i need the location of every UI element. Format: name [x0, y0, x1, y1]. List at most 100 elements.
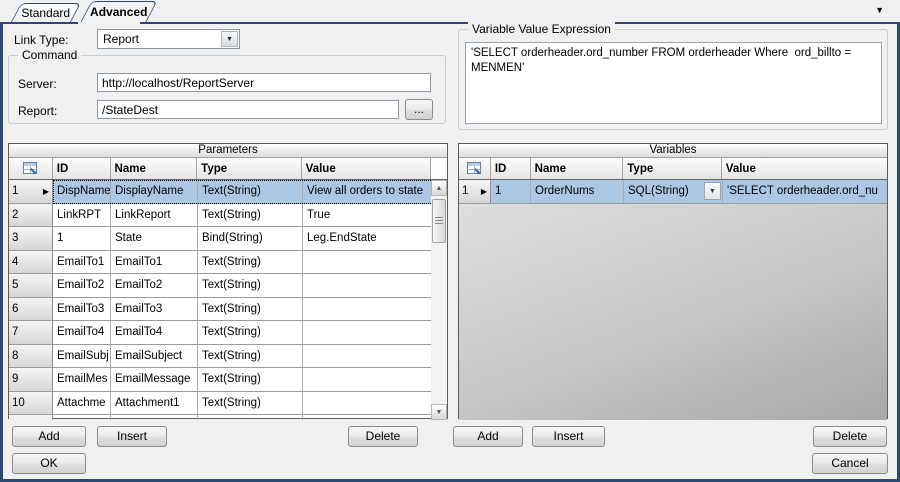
parameters-add-button[interactable]: Add: [12, 426, 86, 447]
row-header[interactable]: 1▶: [9, 180, 53, 204]
param-cell-id[interactable]: DispName: [53, 180, 111, 204]
chevron-down-icon[interactable]: ▼: [221, 31, 238, 47]
param-cell-id[interactable]: EmailTo4: [53, 321, 111, 345]
browse-button[interactable]: ...: [405, 99, 433, 120]
var-col-header-name[interactable]: Name: [531, 158, 624, 179]
param-cell-id[interactable]: LinkRPT: [53, 204, 111, 228]
param-row[interactable]: 7 EmailTo4 EmailTo4 Text(String): [9, 321, 433, 345]
row-header[interactable]: 4: [9, 251, 53, 275]
param-cell-type[interactable]: Text(String): [198, 392, 303, 416]
var-cell-type[interactable]: SQL(String) ▼: [624, 180, 723, 204]
param-row[interactable]: 5 EmailTo2 EmailTo2 Text(String): [9, 274, 433, 298]
param-cell-name[interactable]: EmailMessage: [111, 368, 198, 392]
var-col-header-type[interactable]: Type: [623, 158, 722, 179]
param-cell-id[interactable]: EmailMes: [53, 368, 111, 392]
param-cell-id[interactable]: Attachme: [53, 415, 111, 420]
param-cell-id[interactable]: EmailTo3: [53, 298, 111, 322]
param-row[interactable]: 3 1 State Bind(String) Leg.EndState: [9, 227, 433, 251]
param-cell-value[interactable]: Leg.EndState: [303, 227, 433, 251]
param-cell-name[interactable]: Attachment1: [111, 392, 198, 416]
param-cell-value[interactable]: [303, 298, 433, 322]
param-cell-id[interactable]: EmailTo2: [53, 274, 111, 298]
var-cell-name[interactable]: OrderNums: [531, 180, 624, 204]
param-cell-name[interactable]: LinkReport: [111, 204, 198, 228]
param-cell-value[interactable]: [303, 251, 433, 275]
param-row[interactable]: 10 Attachme Attachment1 Text(String): [9, 392, 433, 416]
param-cell-name[interactable]: EmailTo1: [111, 251, 198, 275]
row-header[interactable]: 9: [9, 368, 53, 392]
cancel-button[interactable]: Cancel: [812, 453, 888, 474]
param-row[interactable]: 1▶ DispName DisplayName Text(String) Vie…: [9, 180, 433, 204]
select-all-cell[interactable]: [459, 158, 491, 179]
param-cell-type[interactable]: Text(String): [198, 415, 303, 420]
var-cell-id[interactable]: 1: [491, 180, 531, 204]
param-col-header-type[interactable]: Type: [197, 158, 302, 179]
param-cell-type[interactable]: Text(String): [198, 368, 303, 392]
param-cell-name[interactable]: EmailTo3: [111, 298, 198, 322]
variables-add-button[interactable]: Add: [453, 426, 523, 447]
row-header[interactable]: 6: [9, 298, 53, 322]
param-cell-type[interactable]: Text(String): [198, 251, 303, 275]
param-cell-value[interactable]: [303, 415, 433, 420]
server-input[interactable]: [97, 73, 431, 92]
row-header[interactable]: 3: [9, 227, 53, 251]
param-row[interactable]: 2 LinkRPT LinkReport Text(String) True: [9, 204, 433, 228]
param-row[interactable]: 4 EmailTo1 EmailTo1 Text(String): [9, 251, 433, 275]
param-row[interactable]: 6 EmailTo3 EmailTo3 Text(String): [9, 298, 433, 322]
parameters-delete-button[interactable]: Delete: [348, 426, 418, 447]
row-header[interactable]: 7: [9, 321, 53, 345]
row-header[interactable]: 2: [9, 204, 53, 228]
param-cell-name[interactable]: DisplayName: [111, 180, 198, 204]
select-all-cell[interactable]: [9, 158, 53, 179]
param-cell-name[interactable]: Attachment2: [111, 415, 198, 420]
param-col-header-id[interactable]: ID: [53, 158, 111, 179]
param-cell-type[interactable]: Text(String): [198, 204, 303, 228]
var-cell-value[interactable]: 'SELECT orderheader.ord_nu: [723, 180, 887, 204]
var-row[interactable]: 1▶ 1 OrderNums SQL(String) ▼ 'SELECT ord…: [459, 180, 887, 204]
param-cell-type[interactable]: Text(String): [198, 345, 303, 369]
link-type-combobox[interactable]: Report ▼: [97, 29, 240, 49]
param-cell-value[interactable]: [303, 392, 433, 416]
row-header[interactable]: 8: [9, 345, 53, 369]
param-col-header-value[interactable]: Value: [302, 158, 431, 179]
param-cell-value[interactable]: True: [303, 204, 433, 228]
param-cell-id[interactable]: EmailSubj: [53, 345, 111, 369]
param-cell-value[interactable]: [303, 274, 433, 298]
param-cell-value[interactable]: [303, 345, 433, 369]
param-cell-value[interactable]: [303, 321, 433, 345]
param-cell-type[interactable]: Text(String): [198, 274, 303, 298]
parameters-vertical-scrollbar[interactable]: ▲ ▼: [431, 180, 447, 420]
scroll-down-icon[interactable]: ▼: [431, 404, 447, 420]
scroll-up-icon[interactable]: ▲: [431, 180, 447, 196]
param-cell-type[interactable]: Bind(String): [198, 227, 303, 251]
param-cell-name[interactable]: State: [111, 227, 198, 251]
param-cell-type[interactable]: Text(String): [198, 180, 303, 204]
param-cell-name[interactable]: EmailSubject: [111, 345, 198, 369]
param-row[interactable]: 8 EmailSubj EmailSubject Text(String): [9, 345, 433, 369]
type-dropdown-icon[interactable]: ▼: [704, 182, 721, 200]
tab-advanced[interactable]: Advanced: [80, 1, 157, 22]
param-col-header-name[interactable]: Name: [111, 158, 198, 179]
ok-button[interactable]: OK: [12, 453, 86, 474]
param-cell-name[interactable]: EmailTo2: [111, 274, 198, 298]
parameters-insert-button[interactable]: Insert: [97, 426, 167, 447]
param-cell-value[interactable]: [303, 368, 433, 392]
param-cell-type[interactable]: Text(String): [198, 298, 303, 322]
param-cell-value[interactable]: View all orders to state: [303, 180, 433, 204]
row-header[interactable]: 5: [9, 274, 53, 298]
variables-insert-button[interactable]: Insert: [532, 426, 605, 447]
param-row[interactable]: 9 EmailMes EmailMessage Text(String): [9, 368, 433, 392]
param-cell-id[interactable]: 1: [53, 227, 111, 251]
param-cell-id[interactable]: Attachme: [53, 392, 111, 416]
var-col-header-value[interactable]: Value: [722, 158, 887, 179]
var-col-header-id[interactable]: ID: [491, 158, 531, 179]
param-cell-type[interactable]: Text(String): [198, 321, 303, 345]
param-row[interactable]: 11 Attachme Attachment2 Text(String): [9, 415, 433, 420]
variables-delete-button[interactable]: Delete: [813, 426, 887, 447]
param-cell-name[interactable]: EmailTo4: [111, 321, 198, 345]
param-cell-id[interactable]: EmailTo1: [53, 251, 111, 275]
row-header[interactable]: 10: [9, 392, 53, 416]
report-input[interactable]: [97, 100, 399, 119]
expression-textarea[interactable]: 'SELECT orderheader.ord_number FROM orde…: [465, 42, 882, 124]
scrollbar-thumb[interactable]: [432, 199, 446, 243]
